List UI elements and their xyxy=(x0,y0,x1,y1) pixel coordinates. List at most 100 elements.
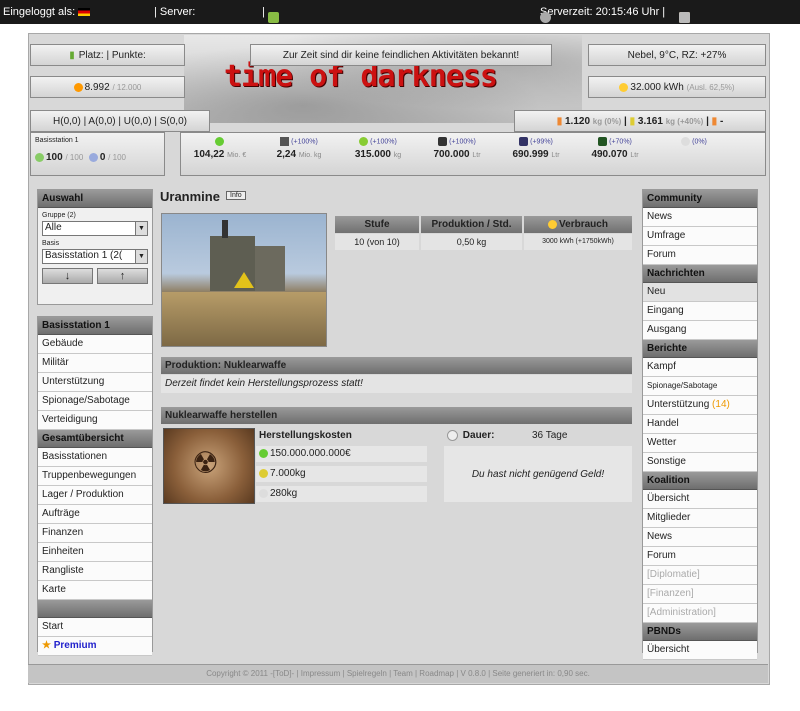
points-icon xyxy=(73,82,83,92)
nav-item-administration: [Administration] xyxy=(643,604,757,623)
tools-icon[interactable] xyxy=(679,12,690,23)
next-base-button[interactable]: ↓ xyxy=(42,268,93,284)
energy-icon xyxy=(548,219,558,229)
resource-pct: (+100%) xyxy=(370,138,397,146)
prev-base-button[interactable]: ↑ xyxy=(97,268,148,284)
rank-box: ▮ Platz: | Punkte: xyxy=(30,44,185,66)
nav-item-defense[interactable]: Verteidigung xyxy=(38,411,152,430)
nav-item-buildings[interactable]: Gebäude xyxy=(38,335,152,354)
resource-steel: (+100%) 2,24 Mio. kg xyxy=(260,137,338,160)
enemy-notice: Zur Zeit sind dir keine feindlichen Akti… xyxy=(250,44,552,66)
population-box: ▮ 1.120 kg (0%) | ▮ 3.161 kg (+40%) | ▮ … xyxy=(514,110,766,132)
eye-icon xyxy=(88,152,98,162)
nav-item-coalition-news[interactable]: News xyxy=(643,528,757,547)
nav-item-pbnds-overview[interactable]: Übersicht xyxy=(643,641,757,660)
nav-item-weather[interactable]: Wetter xyxy=(643,434,757,453)
nav-item-trade[interactable]: Handel xyxy=(643,415,757,434)
base-val2-max: / 100 xyxy=(108,153,126,162)
money-icon xyxy=(214,137,224,146)
nav-item-premium[interactable]: ★ Premium xyxy=(38,637,152,656)
resource-pct: (+70%) xyxy=(609,138,632,146)
nav-item-espionage-reports[interactable]: Spionage/Sabotage xyxy=(643,377,757,396)
top-bar: Eingeloggt als: | Server: | Serverzeit: … xyxy=(0,0,800,24)
nav-item-support[interactable]: Unterstützung xyxy=(38,373,152,392)
premium-label: Premium xyxy=(53,640,97,651)
money-icon xyxy=(259,448,268,458)
nav-item-support-reports[interactable]: Unterstützung (14) xyxy=(643,396,757,415)
nav-item-news[interactable]: News xyxy=(643,208,757,227)
info-button[interactable]: Info xyxy=(226,191,246,200)
cost-uranium-value: 7.000kg xyxy=(270,468,306,479)
support-count: (14) xyxy=(712,399,730,410)
server-sep: | xyxy=(262,6,279,23)
resource-pct: (0%) xyxy=(692,138,707,146)
cost-material-value: 280kg xyxy=(270,488,298,499)
clock-icon xyxy=(447,429,458,441)
resource-unit: Mio. kg xyxy=(298,152,322,159)
nav-item-bases[interactable]: Basisstationen xyxy=(38,448,152,467)
nav-item-outbox[interactable]: Ausgang xyxy=(643,321,757,340)
nav-item-units[interactable]: Einheiten xyxy=(38,543,152,562)
nav-item-ranking[interactable]: Rangliste xyxy=(38,562,152,581)
resource-unit: Mio. € xyxy=(227,152,247,159)
nav-item-poll[interactable]: Umfrage xyxy=(643,227,757,246)
energy-box: 32.000 kWh (Ausl. 62,5%) xyxy=(588,76,766,98)
nav-item-storage[interactable]: Lager / Produktion xyxy=(38,486,152,505)
reports-header: Berichte xyxy=(643,340,757,358)
nav-item-diplomacy: [Diplomatie] xyxy=(643,566,757,585)
resource-food: (+100%) 315.000 kg xyxy=(339,137,417,160)
cost-money: 150.000.000.000€ xyxy=(256,446,427,462)
nav-item-forum[interactable]: Forum xyxy=(643,246,757,265)
base-name: Basisstation 1 xyxy=(35,137,79,144)
base-select[interactable]: Basisstation 1 (2(▼ xyxy=(42,249,148,264)
base-val1-max: / 100 xyxy=(65,153,84,162)
resource-water: (+99%) 690.999 Ltr xyxy=(497,137,575,160)
chevron-down-icon: ▼ xyxy=(135,250,147,263)
steel-icon xyxy=(280,137,290,146)
nav-item-members[interactable]: Mitglieder xyxy=(643,509,757,528)
resource-pct: (+100%) xyxy=(291,138,318,146)
server-time: Serverzeit: 20:15:46 Uhr | xyxy=(540,6,665,23)
nav-item-other[interactable]: Sonstige xyxy=(643,453,757,472)
col-level: Stufe xyxy=(335,216,419,233)
material-icon xyxy=(259,488,268,498)
group-value: Alle xyxy=(45,222,62,233)
pop1-icon: ▮ xyxy=(556,115,563,127)
nav-item-espionage[interactable]: Spionage/Sabotage xyxy=(38,392,152,411)
nav-item-map[interactable]: Karte xyxy=(38,581,152,600)
energy-icon xyxy=(619,82,629,92)
nav-item-new-message[interactable]: Neu xyxy=(643,283,757,302)
pop2-value: 3.161 xyxy=(637,115,663,127)
nav-item-inbox[interactable]: Eingang xyxy=(643,302,757,321)
resource-unit: Ltr xyxy=(551,152,560,159)
nav-item-combat[interactable]: Kampf xyxy=(643,358,757,377)
nav-item-finances[interactable]: Finanzen xyxy=(38,524,152,543)
extra-icon xyxy=(681,137,691,146)
duration-row: Dauer: 36 Tage xyxy=(444,428,632,444)
nav-item-coalition-finances: [Finanzen] xyxy=(643,585,757,604)
nav-item-coalition-overview[interactable]: Übersicht xyxy=(643,490,757,509)
nav-item-start[interactable]: Start xyxy=(38,618,152,637)
cell-consumption: 3000 kWh (+1750kWh) xyxy=(524,234,632,250)
chevron-down-icon: ▼ xyxy=(135,222,147,235)
cell-production: 0,50 kg xyxy=(421,234,522,250)
energy-sub: (Ausl. 62,5%) xyxy=(686,82,735,92)
pop2-sub: kg (+40%) xyxy=(665,116,704,126)
resource-value: 690.999 xyxy=(512,149,549,160)
rank-icon: ▮ xyxy=(69,49,75,61)
group-label: Gruppe (2) xyxy=(42,212,76,219)
weather-box: Nebel, 9°C, RZ: +27% xyxy=(588,44,766,66)
col-consumption-label: Verbrauch xyxy=(559,219,608,230)
group-select[interactable]: Alle ▼ xyxy=(42,221,148,236)
fuel-icon xyxy=(598,137,608,146)
nav-item-troop-movements[interactable]: Truppenbewegungen xyxy=(38,467,152,486)
base-val1: 100 xyxy=(46,152,63,163)
support-label: Unterstützung xyxy=(647,399,710,410)
nav-item-orders[interactable]: Aufträge xyxy=(38,505,152,524)
pop2-icon: ▮ xyxy=(629,115,636,127)
right-nav: Community News Umfrage Forum Nachrichten… xyxy=(642,189,758,660)
server-icon[interactable] xyxy=(267,12,279,23)
nav-item-coalition-forum[interactable]: Forum xyxy=(643,547,757,566)
nav-item-military[interactable]: Militär xyxy=(38,354,152,373)
cost-uranium: 7.000kg xyxy=(256,466,427,482)
